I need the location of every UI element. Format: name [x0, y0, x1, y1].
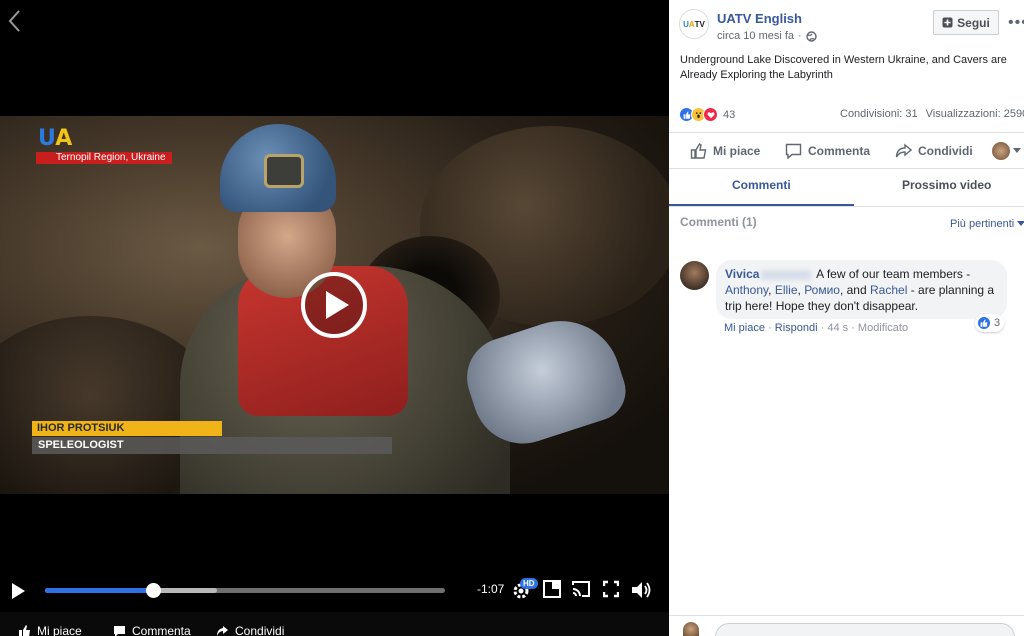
comment-reply-link[interactable]: Rispondi	[775, 322, 818, 334]
chevron-down-icon	[1017, 221, 1024, 226]
redacted-surname	[761, 269, 812, 280]
divider	[669, 168, 1024, 169]
comment-reaction-count: 3	[994, 317, 1001, 329]
play-overlay-button[interactable]	[301, 272, 367, 338]
post-meta: circa 10 mesi fa ·	[717, 30, 817, 42]
globe-icon	[806, 30, 817, 42]
fullscreen-icon[interactable]	[603, 580, 619, 598]
comment-icon	[785, 143, 802, 159]
post-like-button[interactable]: Mi piace	[690, 143, 760, 159]
sort-dropdown[interactable]: Più pertinenti	[950, 218, 1024, 230]
lower-third-title: SPELEOLOGIST	[32, 437, 392, 454]
share-icon	[217, 626, 228, 636]
share-icon	[895, 143, 912, 158]
logo-letter-u: U	[38, 126, 56, 151]
avatar-letters-tv: TV	[694, 19, 705, 29]
reaction-count: 43	[723, 108, 736, 121]
thumbs-up-icon	[690, 143, 707, 159]
volume-icon[interactable]	[631, 580, 653, 600]
follow-label: Segui	[957, 15, 990, 30]
shares-count[interactable]: Condivisioni: 31	[840, 108, 918, 120]
like-reaction-icon	[977, 316, 991, 330]
post-comment-button[interactable]: Commenta	[785, 143, 870, 159]
progress-scrubber[interactable]	[146, 583, 161, 598]
progress-bar[interactable]	[45, 583, 445, 598]
video-share-label: Condividi	[235, 624, 285, 636]
mention-link[interactable]: Ромио	[804, 283, 840, 297]
logo-letter-a: A	[55, 126, 73, 151]
video-player[interactable]: UA Ternopil Region, Ukraine IHOR PROTSIU…	[0, 0, 669, 636]
tab-comments[interactable]: Commenti	[732, 178, 791, 192]
views-count: Visualizzazioni: 2590	[925, 108, 1024, 120]
video-like-label: Mi piace	[37, 624, 82, 636]
divider	[669, 206, 1024, 207]
progress-played	[45, 588, 153, 593]
post-action-row: Mi piace Commenta Condividi	[669, 138, 1024, 166]
video-action-bar: Mi piace Commenta Condividi	[0, 612, 669, 636]
reactions-summary[interactable]: 43	[679, 107, 735, 122]
love-reaction-icon	[703, 107, 718, 122]
post-text: Underground Lake Discovered in Western U…	[680, 54, 1007, 81]
follow-icon	[942, 17, 953, 28]
cast-icon[interactable]	[571, 580, 591, 598]
comment-edited-label[interactable]: Modificato	[858, 322, 908, 334]
time-remaining: -1:07	[477, 582, 505, 596]
comment-text: , and	[839, 283, 870, 297]
video-comment-button[interactable]: Commenta	[113, 624, 191, 636]
viewer-avatar[interactable]	[992, 142, 1010, 160]
meta-separator: ·	[848, 322, 858, 334]
picture-in-picture-icon[interactable]	[543, 580, 561, 598]
mention-link[interactable]: Ellie	[775, 283, 798, 297]
channel-logo: UA	[38, 128, 72, 150]
region-caption: Ternopil Region, Ukraine	[36, 152, 172, 164]
comment-icon	[114, 626, 125, 636]
tab-next-video[interactable]: Prossimo video	[902, 178, 991, 192]
meta-separator: ·	[798, 30, 802, 42]
comment-author[interactable]: Vivica	[725, 267, 759, 281]
comment-meta: Mi piace · Rispondi · 44 s · Modificato	[724, 322, 908, 334]
meta-separator: ·	[817, 322, 828, 334]
post-time[interactable]: circa 10 mesi fa	[717, 30, 794, 42]
comments-count-title: Commenti (1)	[680, 215, 757, 229]
comment-bubble: Vivica A few of our team members - Antho…	[716, 260, 1007, 319]
lower-third-name: IHOR PROTSIUK	[32, 421, 222, 436]
panel-tabs: Commenti Prossimo video	[669, 170, 1024, 206]
chevron-down-icon[interactable]	[1013, 148, 1021, 153]
video-comment-label: Commenta	[132, 624, 191, 636]
mention-link[interactable]: Anthony	[725, 283, 768, 297]
comment-input[interactable]	[715, 623, 1015, 636]
mention-link[interactable]: Rachel	[870, 283, 907, 297]
comment-time[interactable]: 44 s	[827, 322, 848, 334]
video-share-button[interactable]: Condividi	[216, 624, 284, 636]
post-share-button[interactable]: Condividi	[895, 143, 973, 159]
post-share-label: Condividi	[918, 144, 973, 158]
post-side-panel: U A TV UATV English circa 10 mesi fa · Seg…	[669, 0, 1024, 636]
sort-label: Più pertinenti	[950, 218, 1015, 230]
comment-text: ,	[768, 283, 775, 297]
comment-text: A few of our team members -	[813, 267, 971, 281]
meta-separator: ·	[764, 322, 775, 334]
post-stats: Condivisioni: 31 Visualizzazioni: 2590	[840, 108, 1024, 120]
play-control-icon[interactable]	[10, 582, 26, 600]
follow-button[interactable]: Segui	[933, 10, 999, 35]
back-chevron-icon[interactable]	[6, 8, 24, 34]
thumbs-up-icon	[19, 625, 30, 636]
comment-like-link[interactable]: Mi piace	[724, 322, 765, 334]
video-like-button[interactable]: Mi piace	[18, 624, 82, 636]
comment-reactions[interactable]: 3	[975, 314, 1005, 332]
comment-author-avatar[interactable]	[680, 261, 709, 290]
more-options-icon[interactable]: •••	[1008, 14, 1024, 32]
post-like-label: Mi piace	[713, 144, 761, 158]
post-comment-label: Commenta	[808, 144, 871, 158]
divider	[669, 132, 1024, 133]
page-name-link[interactable]: UATV English	[717, 11, 802, 26]
hd-badge: HD	[520, 578, 538, 589]
composer-avatar	[683, 622, 699, 636]
play-icon	[326, 291, 349, 319]
page-avatar[interactable]: U A TV	[679, 9, 709, 39]
headlamp	[264, 154, 304, 188]
